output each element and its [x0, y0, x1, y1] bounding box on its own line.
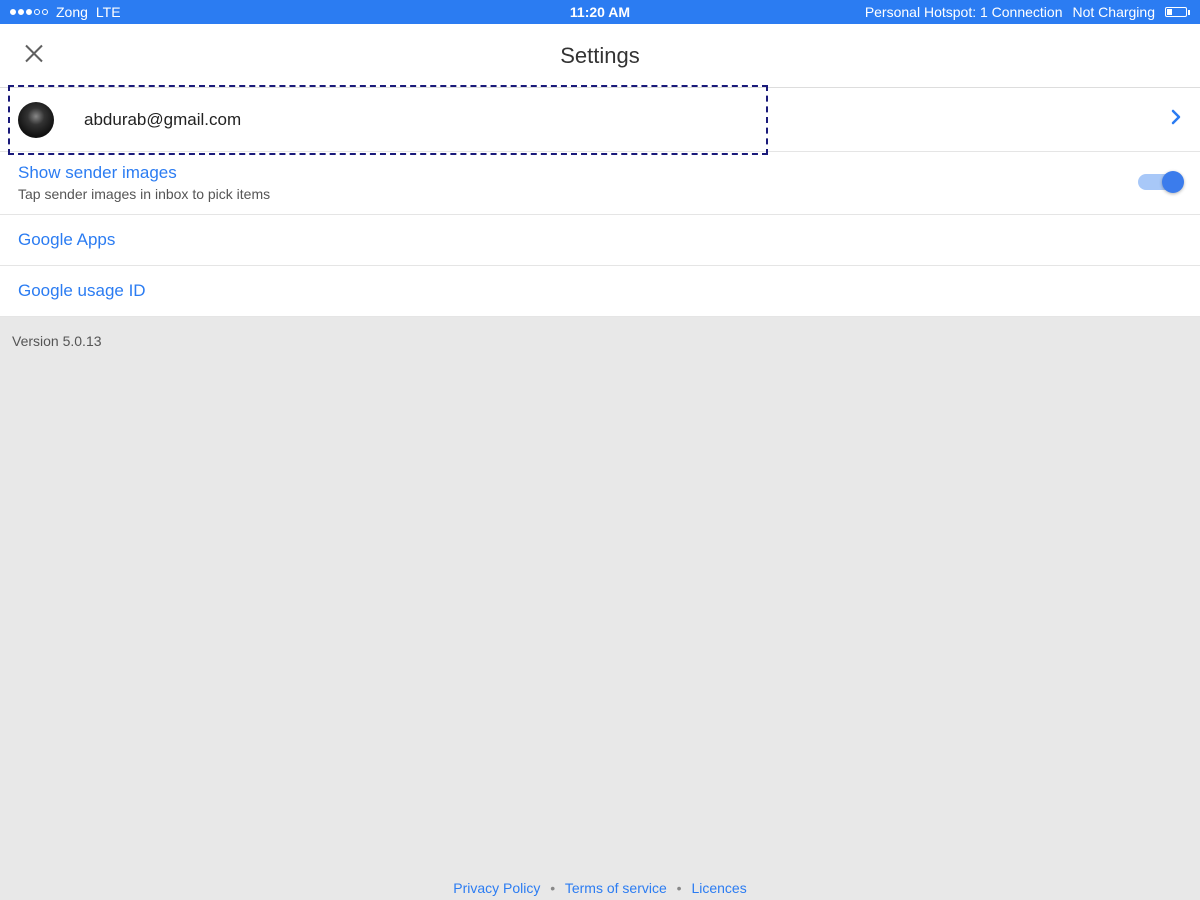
setting-title: Show sender images — [18, 162, 1138, 184]
account-email: abdurab@gmail.com — [84, 110, 241, 130]
separator: • — [550, 880, 555, 896]
show-sender-images-toggle[interactable] — [1138, 174, 1182, 190]
setting-subtitle: Tap sender images in inbox to pick items — [18, 186, 1138, 202]
hotspot-label: Personal Hotspot: 1 Connection — [865, 4, 1063, 20]
status-bar: Zong LTE 11:20 AM Personal Hotspot: 1 Co… — [0, 0, 1200, 24]
privacy-policy-link[interactable]: Privacy Policy — [453, 880, 540, 896]
nav-bar: Settings — [0, 24, 1200, 88]
battery-icon — [1165, 7, 1190, 17]
setting-title: Google usage ID — [18, 280, 146, 302]
signal-strength-icon — [10, 9, 48, 15]
setting-google-apps[interactable]: Google Apps — [0, 215, 1200, 266]
account-row[interactable]: abdurab@gmail.com — [0, 88, 1200, 152]
page-title: Settings — [560, 43, 640, 69]
status-right: Personal Hotspot: 1 Connection Not Charg… — [865, 4, 1190, 20]
setting-show-sender-images[interactable]: Show sender images Tap sender images in … — [0, 152, 1200, 215]
status-left: Zong LTE — [10, 4, 121, 20]
setting-title: Google Apps — [18, 229, 115, 251]
licences-link[interactable]: Licences — [691, 880, 746, 896]
avatar — [18, 102, 54, 138]
version-label: Version 5.0.13 — [0, 317, 1200, 365]
toggle-knob — [1162, 171, 1184, 193]
footer: Privacy Policy • Terms of service • Lice… — [0, 880, 1200, 896]
separator: • — [677, 880, 682, 896]
network-label: LTE — [96, 4, 121, 20]
setting-google-usage-id[interactable]: Google usage ID — [0, 266, 1200, 317]
charging-label: Not Charging — [1073, 4, 1156, 20]
carrier-label: Zong — [56, 4, 88, 20]
close-button[interactable] — [24, 43, 44, 68]
status-time: 11:20 AM — [570, 4, 630, 20]
terms-link[interactable]: Terms of service — [565, 880, 667, 896]
chevron-right-icon — [1170, 108, 1182, 131]
close-icon — [24, 43, 44, 63]
